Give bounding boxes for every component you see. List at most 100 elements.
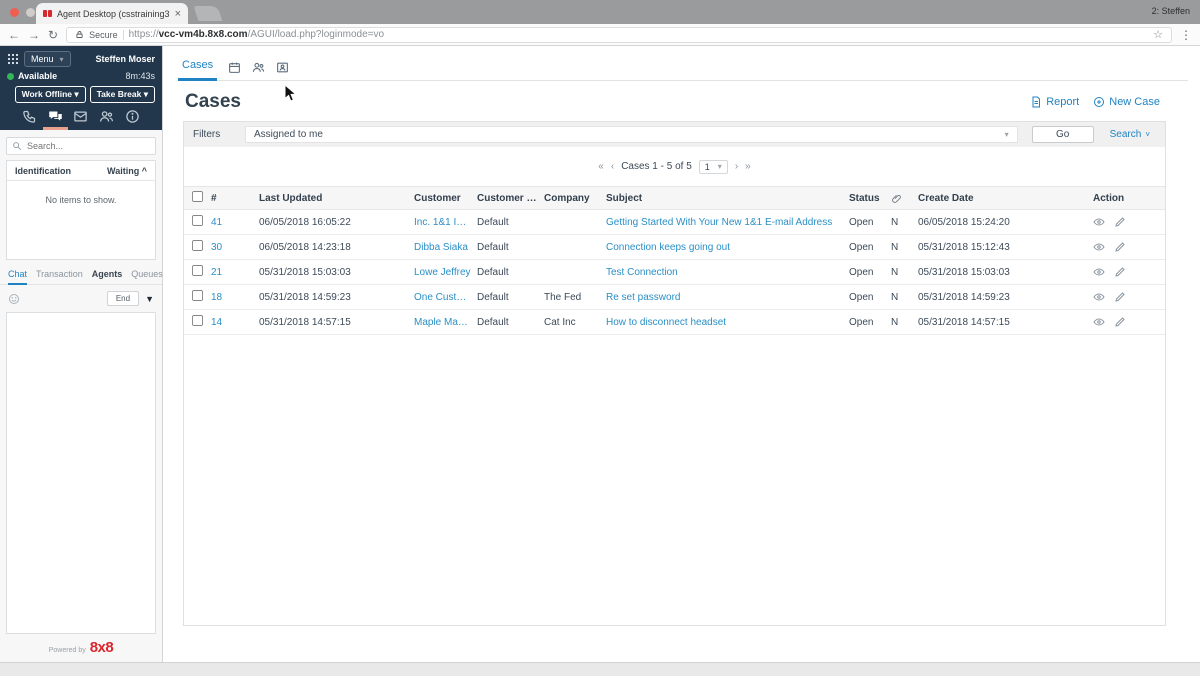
chevron-down-icon: ▾ — [59, 54, 64, 64]
subject-link[interactable]: Connection keeps going out — [606, 242, 849, 253]
case-id-link[interactable]: 14 — [211, 317, 259, 328]
chevron-down-icon: ˅ — [1145, 130, 1150, 139]
table-row: 41 06/05/2018 16:05:22 Inc. 1&1 Inter...… — [184, 210, 1165, 235]
chat-transcript-area[interactable] — [6, 312, 156, 634]
view-case-icon[interactable] — [1093, 216, 1105, 228]
sidebar-tabs: Chat Transaction Agents Queues — [0, 260, 163, 285]
customer-link[interactable]: Maple Martha — [414, 317, 477, 328]
row-select-checkbox[interactable] — [191, 264, 204, 277]
row-select-checkbox[interactable] — [191, 239, 204, 252]
refresh-button[interactable]: ↻ — [48, 29, 58, 41]
edit-case-icon[interactable] — [1114, 216, 1126, 228]
previous-page-icon[interactable]: ‹ — [611, 161, 614, 172]
calendar-icon[interactable] — [228, 61, 241, 80]
subject-link[interactable]: Getting Started With Your New 1&1 E-mail… — [606, 217, 849, 228]
row-select-checkbox[interactable] — [191, 214, 204, 227]
row-select-checkbox[interactable] — [191, 314, 204, 327]
customer-link[interactable]: One Customer — [414, 292, 477, 303]
tab-queues[interactable]: Queues — [131, 269, 163, 284]
edit-case-icon[interactable] — [1114, 266, 1126, 278]
col-status[interactable]: Status — [849, 193, 891, 204]
chevron-down-icon[interactable]: ▼ — [145, 294, 154, 304]
browser-tab-bar: Agent Desktop (csstraining3 × 2: Steffen — [0, 0, 1200, 24]
report-button[interactable]: Report — [1030, 96, 1079, 108]
waiting-column-header[interactable]: Waiting ^ — [107, 166, 147, 176]
end-chat-button[interactable]: End — [106, 291, 140, 306]
new-case-button[interactable]: New Case — [1093, 96, 1160, 108]
sort-caret-icon: ^ — [141, 166, 147, 176]
next-page-icon[interactable]: › — [735, 161, 738, 172]
status-timer: 8m:43s — [125, 71, 155, 81]
bookmark-star-icon[interactable]: ☆ — [1153, 28, 1163, 41]
chat-icon[interactable] — [42, 109, 69, 130]
browser-menu-icon[interactable]: ⋮ — [1180, 28, 1192, 42]
window-minimize-button[interactable] — [26, 8, 35, 17]
last-page-icon[interactable]: » — [745, 161, 751, 172]
subject-link[interactable]: Test Connection — [606, 267, 849, 278]
case-id-link[interactable]: 18 — [211, 292, 259, 303]
agents-icon[interactable] — [94, 109, 120, 130]
select-all-checkbox[interactable] — [191, 190, 204, 203]
attachment-cell: N — [891, 316, 899, 328]
sidebar-search-input[interactable] — [27, 141, 150, 151]
customer-link[interactable]: Lowe Jeffrey — [414, 267, 477, 278]
edit-case-icon[interactable] — [1114, 316, 1126, 328]
customers-icon[interactable] — [252, 61, 265, 80]
menu-button[interactable]: Menu ▾ — [24, 51, 71, 67]
address-bar[interactable]: Secure https://vcc-vm4b.8x8.com/AGUI/loa… — [66, 26, 1172, 43]
subject-link[interactable]: Re set password — [606, 292, 849, 303]
new-tab-button[interactable] — [193, 6, 223, 21]
view-case-icon[interactable] — [1093, 316, 1105, 328]
tab-cases[interactable]: Cases — [178, 59, 218, 81]
take-break-button[interactable]: Take Break ▾ — [89, 86, 155, 103]
filter-select[interactable]: Assigned to me ▾ — [245, 126, 1018, 143]
view-case-icon[interactable] — [1093, 266, 1105, 278]
customer-type-cell: Default — [477, 216, 509, 228]
crm-nav-tabs: Cases — [178, 55, 1188, 81]
case-id-link[interactable]: 21 — [211, 267, 259, 278]
phone-icon[interactable] — [17, 109, 43, 130]
case-id-link[interactable]: 41 — [211, 217, 259, 228]
email-icon[interactable] — [68, 109, 94, 130]
go-button[interactable]: Go — [1031, 126, 1094, 143]
customer-link[interactable]: Dibba Siaka — [414, 242, 477, 253]
secure-label: Secure — [89, 29, 118, 40]
paperclip-icon[interactable] — [891, 193, 918, 204]
col-id[interactable]: # — [211, 193, 259, 204]
col-subject[interactable]: Subject — [606, 193, 849, 204]
forward-button[interactable]: → — [28, 29, 40, 41]
page-select[interactable]: 1 ▾ — [698, 159, 728, 174]
case-id-link[interactable]: 30 — [211, 242, 259, 253]
col-company[interactable]: Company — [544, 193, 606, 204]
edit-case-icon[interactable] — [1114, 241, 1126, 253]
view-case-icon[interactable] — [1093, 241, 1105, 253]
row-select-checkbox[interactable] — [191, 289, 204, 302]
tab-agents[interactable]: Agents — [92, 269, 123, 284]
search-dropdown[interactable]: Search ˅ — [1110, 129, 1150, 140]
emoji-icon[interactable] — [8, 293, 20, 305]
col-customer-type[interactable]: Customer Type — [477, 193, 544, 204]
window-close-button[interactable] — [10, 8, 19, 17]
browser-tab[interactable]: Agent Desktop (csstraining3 × — [36, 3, 188, 24]
browser-profile-label[interactable]: 2: Steffen — [1152, 6, 1190, 16]
col-last-updated[interactable]: Last Updated — [259, 193, 414, 204]
first-page-icon[interactable]: « — [598, 161, 604, 172]
tab-transaction[interactable]: Transaction — [36, 269, 83, 284]
col-create-date[interactable]: Create Date — [918, 193, 1093, 204]
info-icon[interactable] — [119, 109, 145, 130]
work-offline-button[interactable]: Work Offline ▾ — [14, 86, 86, 103]
subject-link[interactable]: How to disconnect headset — [606, 317, 849, 328]
tab-close-icon[interactable]: × — [175, 8, 181, 20]
attachment-cell: N — [891, 216, 899, 228]
customer-link[interactable]: Inc. 1&1 Inter... — [414, 217, 477, 228]
apps-grid-icon[interactable] — [7, 53, 19, 65]
col-customer[interactable]: Customer — [414, 193, 477, 204]
edit-case-icon[interactable] — [1114, 291, 1126, 303]
identification-column-header[interactable]: Identification — [15, 166, 71, 176]
back-button[interactable]: ← — [8, 29, 20, 41]
view-case-icon[interactable] — [1093, 291, 1105, 303]
tab-chat[interactable]: Chat — [8, 269, 28, 285]
plus-circle-icon — [1094, 97, 1105, 107]
sidebar-search-box[interactable] — [6, 137, 156, 155]
contact-card-icon[interactable] — [276, 61, 289, 80]
